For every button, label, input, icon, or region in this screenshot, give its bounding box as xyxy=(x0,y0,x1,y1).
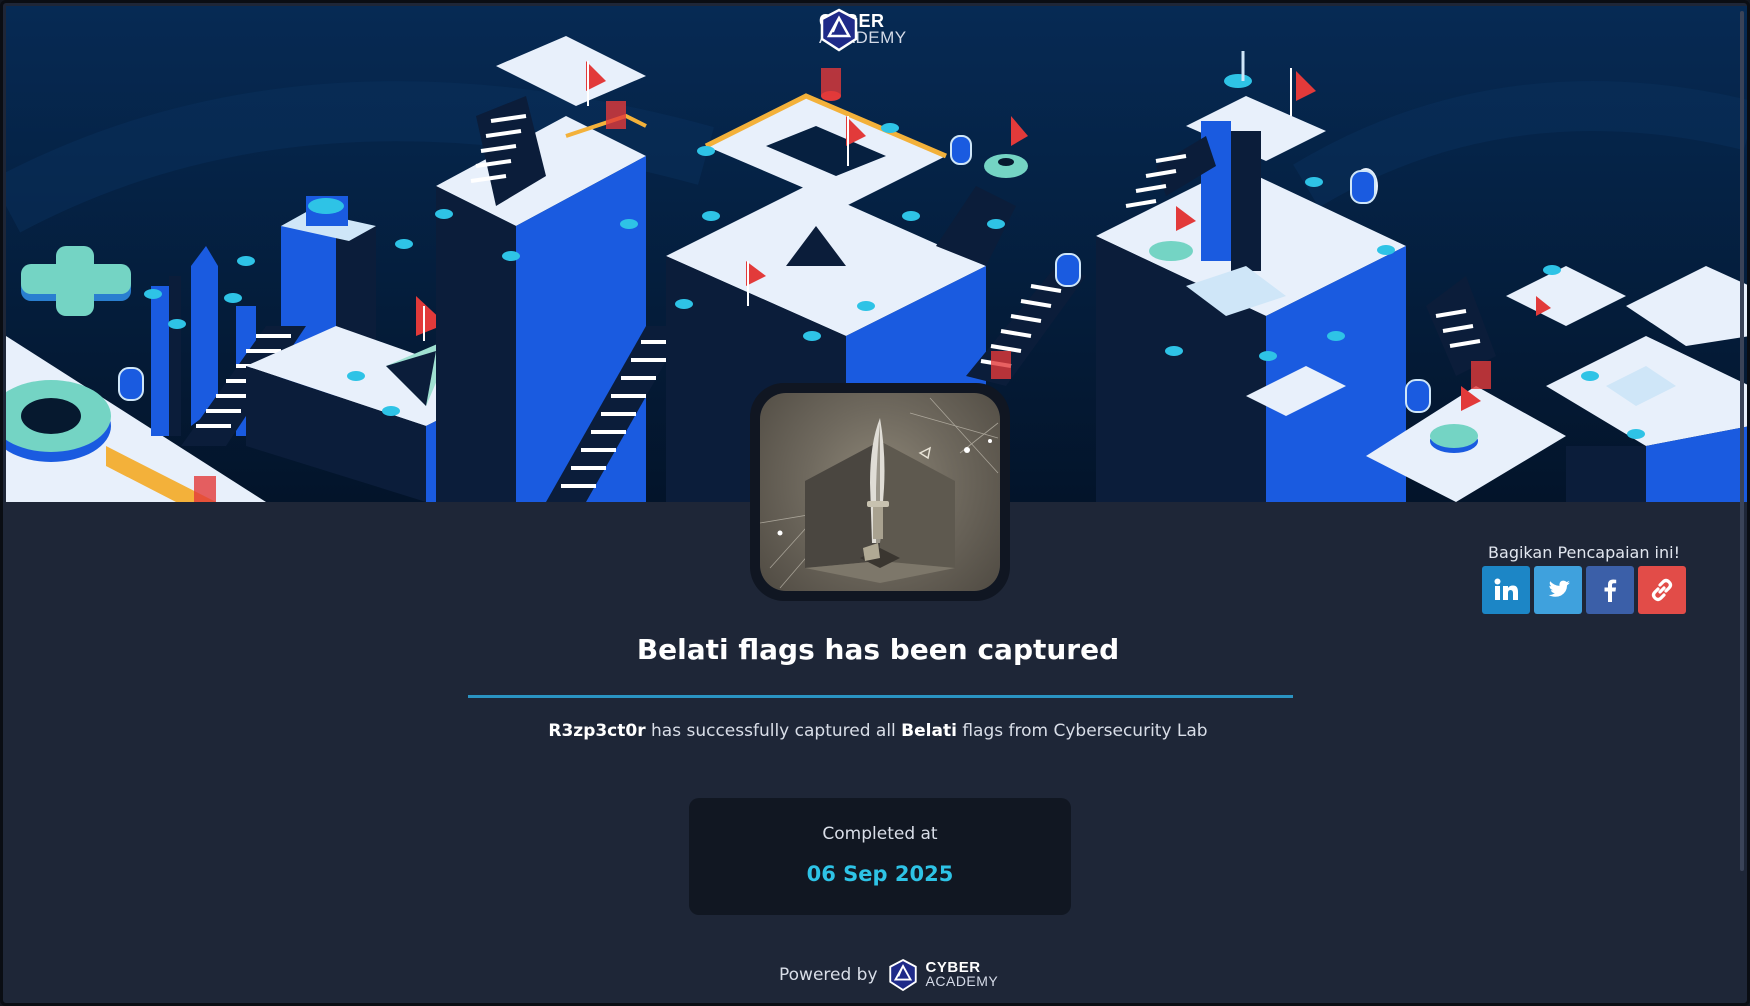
copy-link-button[interactable] xyxy=(1638,566,1686,614)
footer-shield-logo-icon xyxy=(888,958,917,992)
description-text-2: flags from Cybersecurity Lab xyxy=(962,721,1208,741)
completed-label: Completed at xyxy=(822,824,938,844)
badge-image xyxy=(760,393,1000,591)
dagger-icon xyxy=(760,397,999,589)
scrollbar[interactable] xyxy=(1740,11,1744,871)
facebook-icon xyxy=(1604,579,1617,602)
shield-logo-icon xyxy=(820,8,858,52)
footer-logo-wordmark[interactable]: CYBER ACADEMY xyxy=(925,960,999,990)
flag-name: Belati xyxy=(901,721,957,741)
completed-date: 06 Sep 2025 xyxy=(806,862,954,886)
share-twitter-button[interactable] xyxy=(1534,566,1582,614)
linkedin-icon xyxy=(1494,578,1518,600)
achievement-description: R3zp3ct0r has successfully captured all … xyxy=(3,721,1747,741)
achievement-title: Belati flags has been captured xyxy=(636,633,1120,666)
powered-by-label: Powered by xyxy=(779,965,878,985)
cyber-academy-logo[interactable]: CYBER ACADEMY xyxy=(819,8,907,52)
link-icon xyxy=(1651,578,1673,602)
share-label: Bagikan Pencapaian ini! xyxy=(1488,543,1680,562)
completed-card: Completed at 06 Sep 2025 xyxy=(689,798,1071,915)
share-facebook-button[interactable] xyxy=(1586,566,1634,614)
footer: Powered by CYBER ACADEMY xyxy=(779,957,998,993)
description-text-1: has successfully captured all xyxy=(651,721,896,741)
username: R3zp3ct0r xyxy=(548,721,646,741)
share-buttons xyxy=(1482,566,1686,614)
twitter-icon xyxy=(1548,580,1570,597)
certificate-page: CYBER ACADEMY xyxy=(0,0,1750,1006)
title-divider xyxy=(468,695,1293,698)
share-linkedin-button[interactable] xyxy=(1482,566,1530,614)
footer-logo-line-2: ACADEMY xyxy=(925,973,999,990)
achievement-badge xyxy=(750,383,1010,601)
